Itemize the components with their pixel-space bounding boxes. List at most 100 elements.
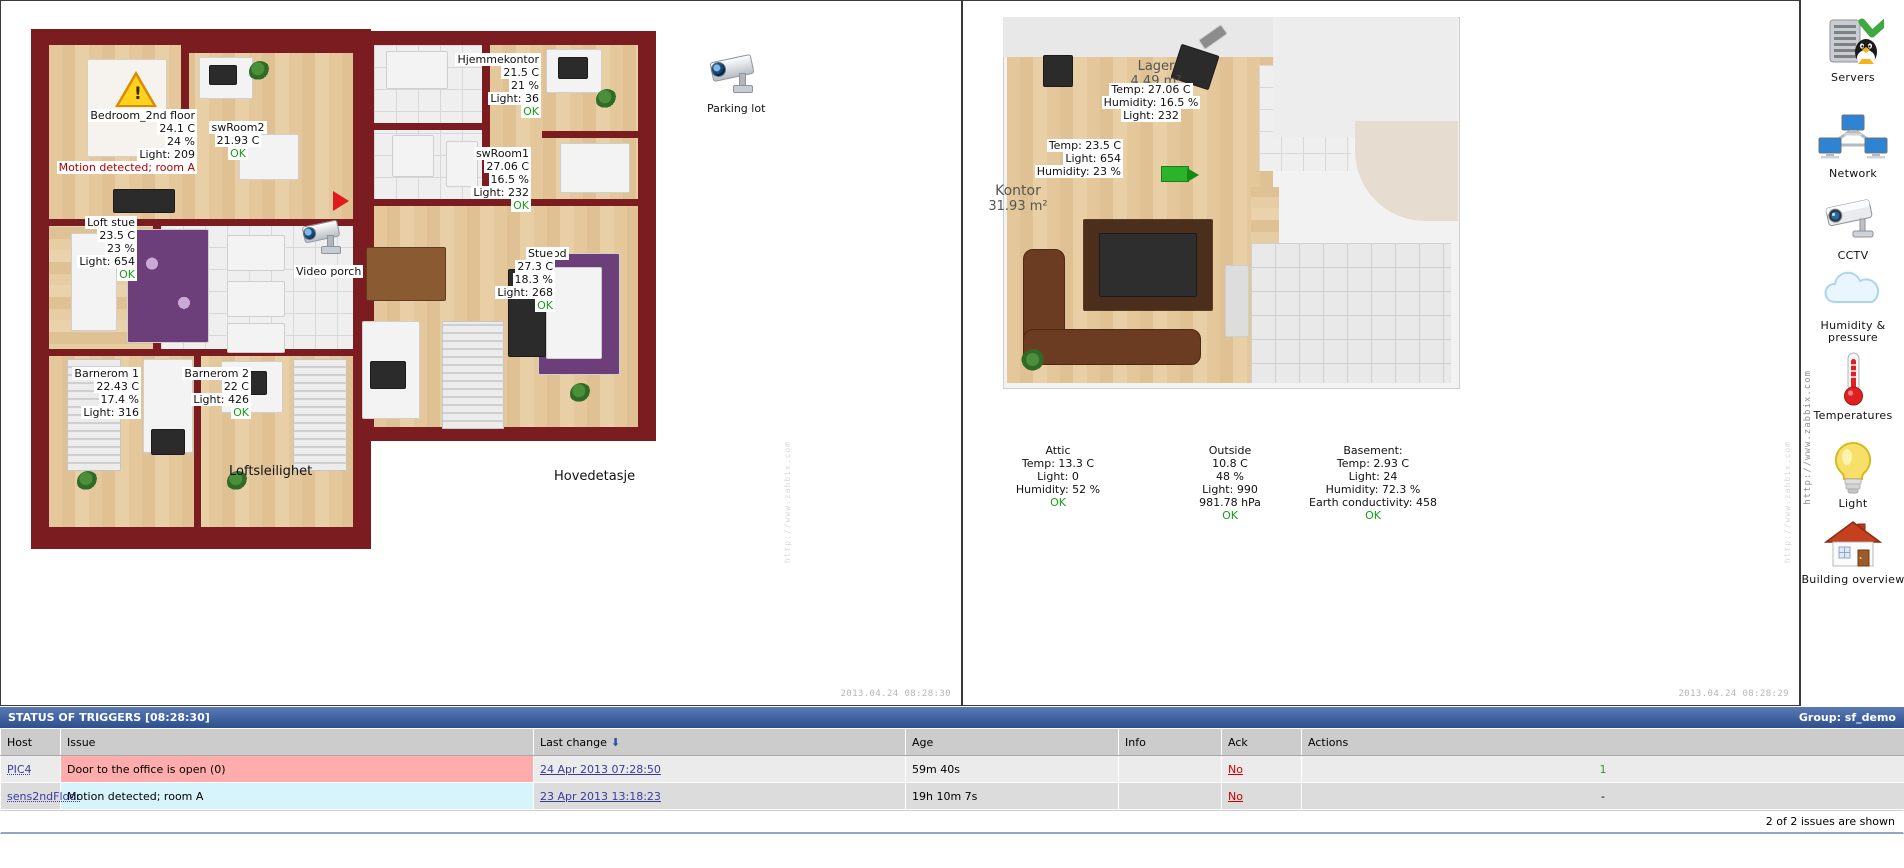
sort-arrow-icon[interactable]: ⬇ [611,736,620,749]
label-status: OK [521,105,541,118]
map-panel-office[interactable]: Temp: 23.5 C Light: 654 Humidity: 23 % K… [962,0,1800,706]
label-line: 23 % [105,242,137,255]
table-header-row: Host Issue Last change ⬇ Age Info Ack Act… [0,728,1904,756]
label-barnerom-1[interactable]: Barnerom 1 22.43 C 17.4 % Light: 316 [21,367,141,419]
label-title: Stue [525,247,555,260]
cell-last-change: 24 Apr 2013 07:28:50 [533,755,906,783]
label-video-porch[interactable]: Video porch [294,265,364,278]
house-icon [1801,516,1904,572]
column-header-issue[interactable]: Issue [60,728,534,756]
sidebar-item-light[interactable]: Light [1801,440,1904,510]
cell-actions: - [1301,782,1904,810]
map-timestamp-right: 2013.04.24 08:28:29 [1678,689,1789,699]
label-hjemmekontor[interactable]: Hjemmekontor 21.5 C 21 % Light: 36 OK [401,53,541,118]
label-loft-stue[interactable]: Loft stue 23.5 C 23 % Light: 654 OK [9,216,137,281]
widget-title: STATUS OF TRIGGERS [08:28:30] [8,711,210,724]
label-stue[interactable]: Stue 27.3 C 18.3 % Light: 268 OK [431,247,555,312]
last-change-link[interactable]: 23 Apr 2013 13:18:23 [540,790,661,803]
map-panel-home[interactable]: ! Bedroom_2nd floor 24.1 C 24 % Light: 2… [0,0,962,706]
sidebar-item-label: Network [1828,167,1878,180]
sidebar-item-label: Building overview [1801,573,1904,586]
sidebar-item-servers[interactable]: Servers [1801,14,1904,84]
label-swroom2[interactable]: swRoom2 21.93 C OK [197,121,279,160]
map-watermark-left: http://www.zabbix.com [783,441,792,564]
sidebar-item-label: CCTV [1837,249,1869,262]
summary-title: Attic [1043,444,1073,457]
column-header-actions[interactable]: Actions [1301,728,1904,756]
sidebar-item-temperatures[interactable]: Temperatures [1801,352,1904,422]
sidebar-item-network[interactable]: Network [1801,110,1904,180]
label-title: swRoom1 [473,147,531,160]
maps-area: ! Bedroom_2nd floor 24.1 C 24 % Light: 2… [0,0,1800,706]
camera-icon-video-porch[interactable] [301,219,349,255]
network-icon [1801,110,1904,166]
label-status: OK [231,406,251,419]
label-line: Light: 426 [191,393,251,406]
label-line: Temp: 27.06 C [1109,83,1193,96]
ack-link[interactable]: No [1228,790,1243,803]
camera-icon-parking-lot[interactable] [709,53,765,98]
summary-basement[interactable]: Basement: Temp: 2.93 C Light: 24 Humidit… [1263,444,1483,522]
label-title: Loft stue [85,216,137,229]
ack-link[interactable]: No [1228,763,1243,776]
cell-info [1118,782,1222,810]
dashboard-root: ! Bedroom_2nd floor 24.1 C 24 % Light: 2… [0,0,1904,868]
map-watermark-right: http://www.zabbix.com [1783,441,1792,564]
label-lager-sensors[interactable]: Temp: 27.06 C Humidity: 16.5 % Light: 23… [1081,83,1221,122]
label-parking-lot[interactable]: Parking lot [705,102,768,115]
label-bedroom-2nd-floor[interactable]: Bedroom_2nd floor 24.1 C 24 % Light: 209… [21,109,197,174]
room-name-kontor: Kontor 31.93 m² [988,183,1048,214]
cell-ack: No [1221,782,1302,810]
column-header-info[interactable]: Info [1118,728,1222,756]
plan-title-loft: Loftsleilighet [229,464,313,479]
label-line: Light: 232 [1121,109,1181,122]
cloud-icon [1801,262,1904,318]
label-line: 27.06 C [484,160,531,173]
column-header-host[interactable]: Host [0,728,61,756]
host-link[interactable]: PIC4 [7,763,32,776]
cell-actions: 1 [1301,755,1904,783]
column-header-last-change-label: Last change [540,735,607,749]
door-indicator-icon [1161,166,1189,182]
label-line: 23.5 C [97,229,137,242]
actions-count[interactable]: 1 [1600,763,1607,776]
label-alarm: Motion detected; room A [56,161,197,174]
label-title: Barnerom 2 [182,367,251,380]
table-row[interactable]: PIC4 Door to the office is open (0) 24 A… [0,755,1904,783]
label-line: 21.5 C [501,66,541,79]
label-kontor-sensors[interactable]: Temp: 23.5 C Light: 654 Humidity: 23 % [963,139,1123,178]
sidebar-item-label: Temperatures [1813,409,1893,422]
label-line: Temp: 23.5 C [1046,139,1123,152]
label-line: 24.1 C [157,122,197,135]
column-header-last-change[interactable]: Last change ⬇ [533,728,906,756]
label-line: Light: 36 [488,92,541,105]
widget-header: STATUS OF TRIGGERS [08:28:30] Group: sf_… [0,706,1904,728]
door-arrow-icon [1187,168,1199,182]
label-line: Humidity: 16.5 % [1101,96,1201,109]
rail-watermark: http://www.zabbix.com [1803,370,1813,505]
cell-issue[interactable]: Door to the office is open (0) [60,755,534,783]
last-change-link[interactable]: 24 Apr 2013 07:28:50 [540,763,661,776]
sidebar-item-humidity-pressure[interactable]: Humidity & pressure [1801,262,1904,344]
sidebar-item-building-overview[interactable]: Building overview [1801,516,1904,586]
cell-age: 59m 40s [905,755,1119,783]
cell-info [1118,755,1222,783]
column-header-ack[interactable]: Ack [1221,728,1302,756]
label-title: Bedroom_2nd floor [88,109,197,122]
direction-arrow-icon [333,191,349,211]
sidebar-item-cctv[interactable]: CCTV [1801,192,1904,262]
server-icon [1801,14,1904,70]
sidebar-item-label: Servers [1831,71,1875,84]
summary-attic[interactable]: Attic Temp: 13.3 C Light: 0 Humidity: 52… [963,444,1153,509]
label-line: 16.5 % [488,173,531,186]
label-barnerom-2[interactable]: Barnerom 2 22 C Light: 426 OK [131,367,251,419]
table-row[interactable]: sens2ndFloor Motion detected; room A 23 … [0,782,1904,810]
status-of-triggers-widget: STATUS OF TRIGGERS [08:28:30] Group: sf_… [0,706,1904,834]
label-swroom1[interactable]: swRoom1 27.06 C 16.5 % Light: 232 OK [391,147,531,212]
label-line: 21.93 C [214,134,262,147]
cell-host: PIC4 [0,755,61,783]
lightbulb-icon [1801,440,1904,496]
label-status: OK [535,299,555,312]
column-header-age[interactable]: Age [905,728,1119,756]
cell-issue[interactable]: Motion detected; room A [60,782,534,810]
